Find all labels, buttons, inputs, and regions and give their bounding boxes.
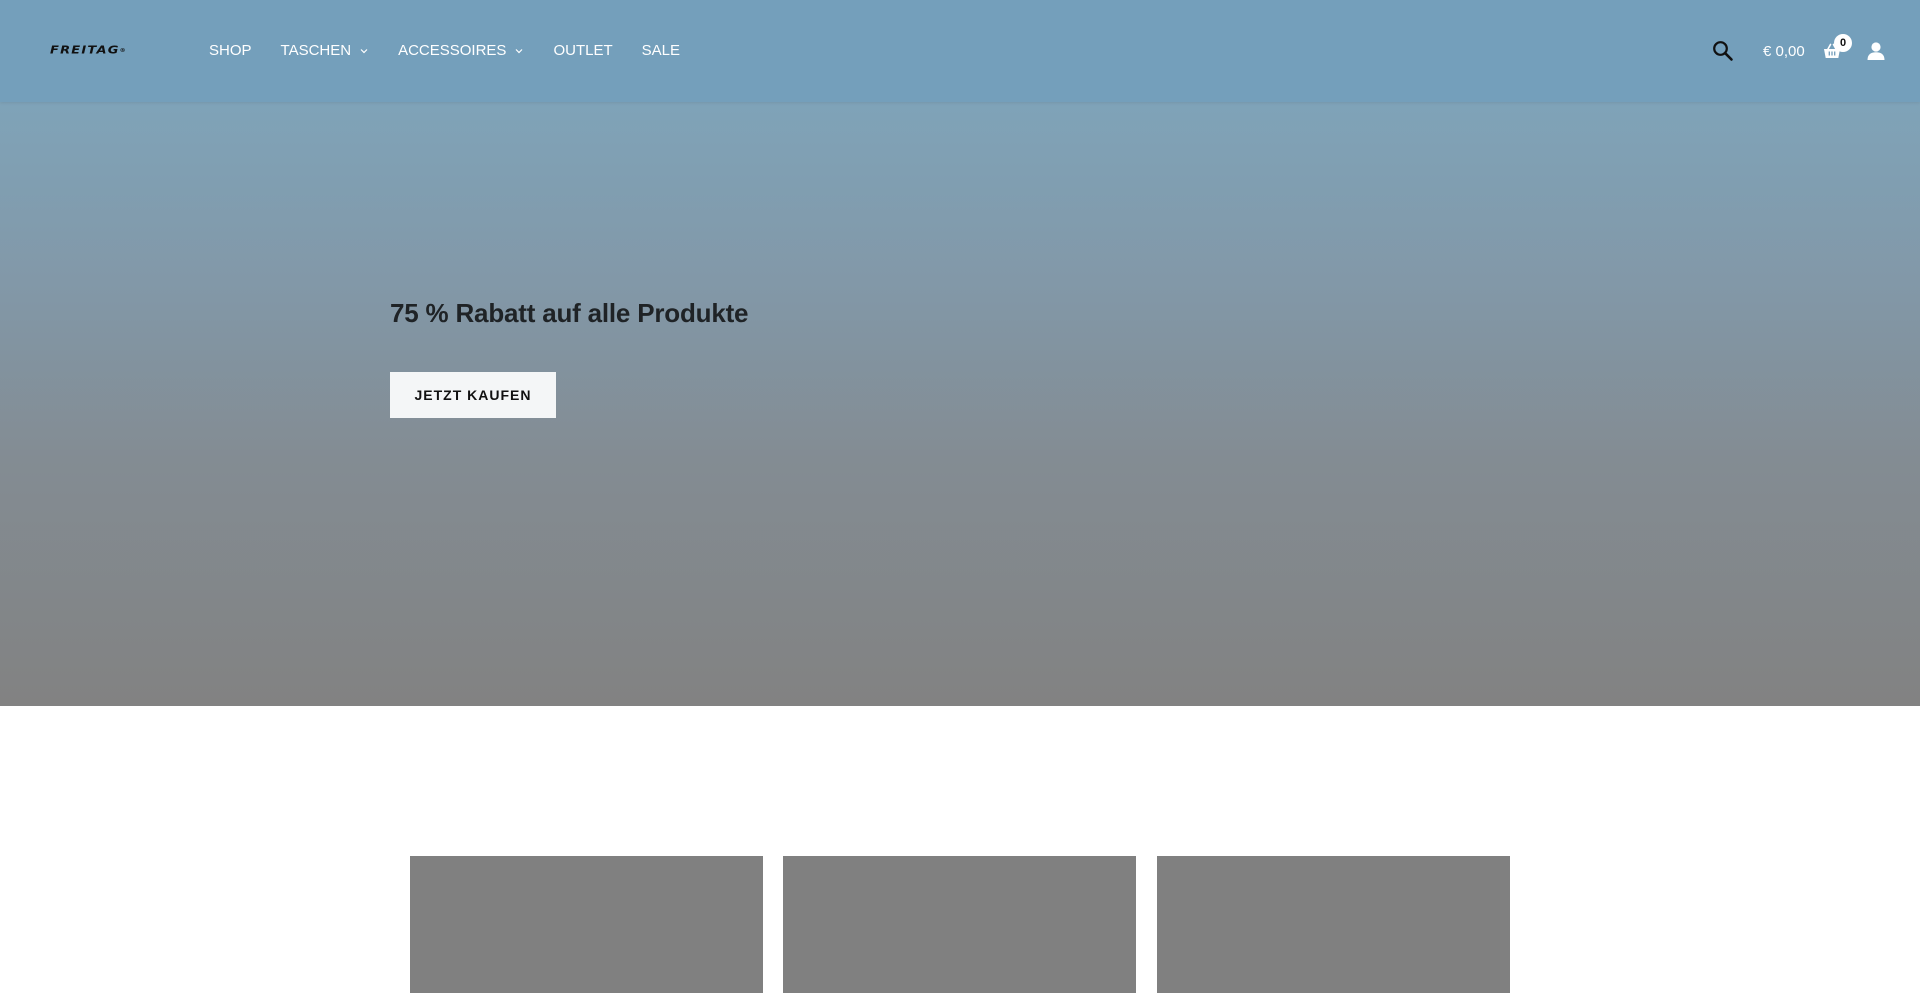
nav-item-label: SHOP xyxy=(209,42,252,59)
chevron-down-icon xyxy=(360,49,368,54)
chevron-down-icon xyxy=(516,49,523,54)
search-icon[interactable] xyxy=(1712,40,1734,62)
main-nav: SHOP TASCHEN ACCESSOIRES OUTLET SALE xyxy=(209,40,709,62)
cart-total[interactable]: € 0,00 xyxy=(1763,41,1805,63)
category-card[interactable] xyxy=(410,856,763,993)
nav-item-label: OUTLET xyxy=(553,42,613,59)
user-icon[interactable] xyxy=(1866,41,1886,61)
nav-item-accessoires[interactable]: ACCESSOIRES xyxy=(398,40,524,62)
shop-now-button[interactable]: JETZT KAUFEN xyxy=(390,372,556,418)
category-card[interactable] xyxy=(783,856,1136,993)
hero-banner: 75 % Rabatt auf alle Produkte JETZT KAUF… xyxy=(0,0,1920,706)
nav-item-label: ACCESSOIRES xyxy=(398,42,507,59)
nav-item-label: SALE xyxy=(641,42,680,59)
nav-item-sale[interactable]: SALE xyxy=(642,40,680,62)
cart-count-badge: 0 xyxy=(1834,34,1852,52)
category-cards xyxy=(410,856,1511,993)
logo-registered-mark: ® xyxy=(119,47,126,54)
logo-text: FREITAG xyxy=(50,44,120,57)
logo[interactable]: FREITAG® xyxy=(50,45,168,56)
site-header: FREITAG® SHOP TASCHEN ACCESSOIRES OUTLET… xyxy=(0,0,1920,102)
hero-title: 75 % Rabatt auf alle Produkte xyxy=(390,298,749,328)
nav-item-outlet[interactable]: OUTLET xyxy=(553,40,612,62)
category-card[interactable] xyxy=(1157,856,1510,993)
nav-item-taschen[interactable]: TASCHEN xyxy=(281,40,370,62)
nav-item-shop[interactable]: SHOP xyxy=(209,40,252,62)
nav-item-label: TASCHEN xyxy=(280,42,352,59)
